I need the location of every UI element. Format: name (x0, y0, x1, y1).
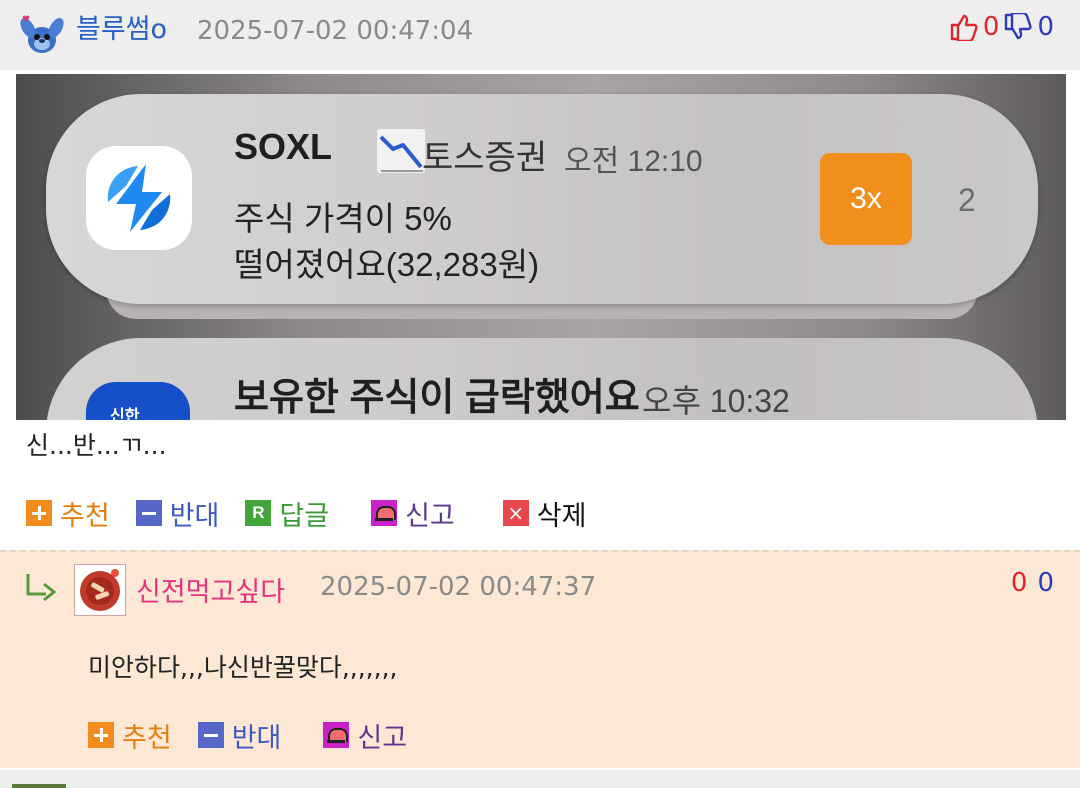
comment-image[interactable]: SOXL 토스증권 오전 12:10 주식 가격이 5% 떨어졌어요(32,28… (16, 74, 1066, 420)
thumbs-up-icon[interactable] (949, 13, 979, 41)
thumbs-down-icon[interactable] (1003, 13, 1033, 41)
reply-comment: 신전먹고싶다 2025-07-02 00:47:37 00 미안하다,,,나신반… (0, 550, 1080, 768)
delete-button[interactable]: × 삭제 (502, 494, 587, 533)
comment-dislike-count: 0 (1037, 12, 1054, 42)
comment-author[interactable]: 블루썸o (76, 12, 167, 48)
notification-count: 2 (958, 182, 976, 218)
reply-oppose-button[interactable]: 반대 (197, 716, 282, 755)
report-button[interactable]: 신고 (371, 494, 455, 533)
oppose-button[interactable]: 반대 (135, 494, 220, 533)
notification2-time: 오후 10:32 (642, 383, 790, 419)
reply-recommend-button[interactable]: 추천 (88, 716, 172, 755)
plus-icon (26, 500, 52, 526)
reply-report-label: 신고 (357, 722, 408, 754)
report-bell-icon (323, 722, 350, 748)
reply-like-count: 0 (1010, 568, 1028, 598)
minus-icon (135, 500, 162, 526)
notification-message-line1: 주식 가격이 5% (234, 200, 452, 237)
svg-text:♥: ♥ (22, 15, 30, 25)
oppose-label: 반대 (169, 500, 220, 532)
reply-label: 답글 (279, 500, 330, 532)
tteokbokki-avatar-icon[interactable] (74, 564, 126, 616)
comment-votes: 0 0 (949, 12, 1054, 42)
toss-app-icon (86, 146, 192, 250)
delete-label: 삭제 (536, 500, 587, 532)
notification2-title: 보유한 주식이 급락했어요 (234, 377, 640, 419)
notification-app-name: 토스증권 (422, 139, 548, 177)
notification-badge: 3x (820, 153, 912, 245)
reply-recommend-label: 추천 (122, 722, 172, 754)
comment-header: ♥ 블루썸o 2025-07-02 00:47:04 0 0 (0, 0, 1080, 70)
minus-icon (197, 722, 224, 748)
next-comment-avatar-edge (12, 784, 66, 788)
chart-down-emoji-icon (376, 128, 426, 174)
notification-message-line2: 떨어졌어요(32,283원) (234, 246, 540, 283)
reply-button[interactable]: R 답글 (245, 494, 329, 533)
reply-r-icon: R (245, 500, 272, 526)
notification-card-shinhan: 신한 보유한 주식이 급락했어요 오후 10:32 (46, 338, 1038, 420)
notification-card-toss: SOXL 토스증권 오전 12:10 주식 가격이 5% 떨어졌어요(32,28… (46, 94, 1038, 304)
stitch-avatar-icon[interactable]: ♥ (18, 12, 66, 60)
shinhan-icon-text: 신한 (110, 406, 140, 420)
reply-dislike-count: 0 (1037, 568, 1054, 598)
reply-actions: 추천 반대 신고 (88, 716, 433, 754)
recommend-button[interactable]: 추천 (26, 494, 110, 533)
next-comment-strip (0, 770, 1080, 788)
comment-like-count: 0 (982, 12, 1000, 42)
plus-icon (88, 722, 114, 748)
reply-body: 미안하다,,,나신반꿀맞다,,,,,,, (88, 653, 398, 682)
notification-time: 오전 12:10 (564, 145, 703, 178)
comment-datetime: 2025-07-02 00:47:04 (197, 16, 474, 46)
recommend-label: 추천 (60, 500, 110, 532)
reply-author[interactable]: 신전먹고싶다 (136, 570, 285, 609)
reply-votes: 00 (1011, 568, 1054, 598)
comment-body: 신...반...ㄲ... (26, 431, 167, 460)
delete-x-icon: × (502, 500, 529, 526)
reply-report-button[interactable]: 신고 (323, 716, 407, 755)
shinhan-app-icon: 신한 (86, 382, 190, 420)
reply-arrow-icon (24, 570, 60, 606)
reply-oppose-label: 반대 (231, 722, 282, 754)
report-bell-icon (371, 500, 398, 526)
reply-datetime: 2025-07-02 00:47:37 (320, 572, 597, 602)
notification-title: SOXL (234, 126, 333, 167)
report-label: 신고 (405, 500, 455, 532)
comment-actions: 추천 반대 R 답글 신고 × 삭제 (26, 494, 612, 532)
